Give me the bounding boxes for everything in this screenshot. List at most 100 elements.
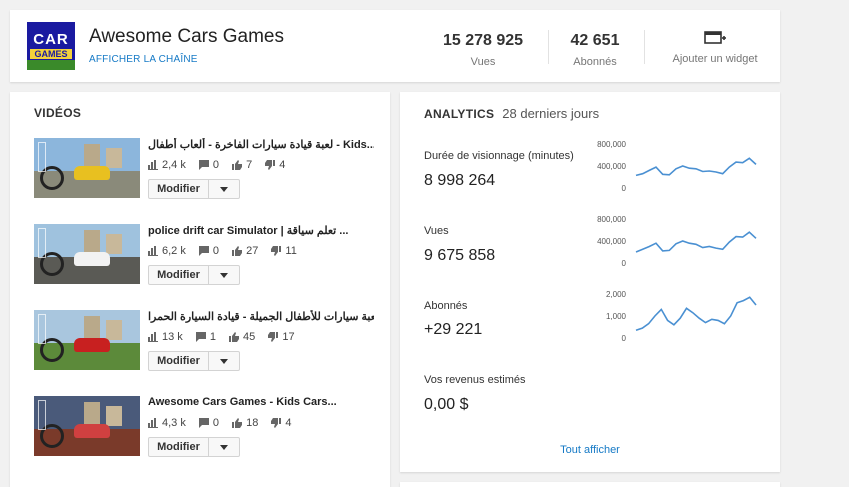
video-likes: 7 [246,159,253,171]
likes-stat: 45 [229,331,255,343]
comments-stat: 0 [198,245,220,257]
video-dislikes: 4 [285,417,292,429]
thumb-hud [38,400,46,430]
thumbs-up-icon [232,160,243,170]
metric-value-watch-time: 8 998 264 [424,172,496,189]
edit-dropdown-button[interactable] [209,438,239,456]
video-title[interactable]: Awesome Cars Games - Kids Cars... [148,396,374,408]
thumb-car [74,166,110,180]
axis-tick-label: 1,000 [606,312,627,321]
video-dislikes: 11 [285,245,297,257]
views-value: 15 278 925 [442,32,524,49]
views-stat: 13 k [148,331,183,343]
likes-stat: 18 [232,417,258,429]
video-stats: 13 k 1 45 17 [148,331,305,345]
sparkline-series [635,296,757,332]
video-title[interactable]: police drift car Simulator | تعلم سياقة … [148,224,374,237]
likes-stat: 27 [232,245,258,257]
comments-stat: 0 [198,159,220,171]
sparkline-watch-time[interactable]: 800,000 400,000 0 [590,138,760,194]
thumb-hud [38,142,46,172]
subscribers-label: Abonnés [573,56,617,68]
axis-tick-label: 2,000 [606,290,627,299]
thumb-hud [38,228,46,258]
videos-title: VIDÉOS [34,106,82,120]
edit-button[interactable]: Modifier [149,438,209,456]
bar-chart-icon [148,332,158,342]
metric-value-views: 9 675 858 [424,247,496,264]
channel-avatar[interactable]: CAR GAMES [27,22,75,70]
video-thumbnail[interactable] [34,396,140,456]
edit-button[interactable]: Modifier [149,266,209,284]
stat-divider [644,30,645,64]
edit-button[interactable]: Modifier [149,180,209,198]
thumbs-down-icon [265,160,276,170]
metric-label-subscribers: Abonnés [424,300,468,312]
video-comments: 0 [212,245,220,257]
edit-video-button: Modifier [148,179,240,199]
video-title[interactable]: لعبة سيارات للأطفال الجميلة - قيادة السي… [148,310,374,323]
edit-video-button: Modifier [148,437,240,457]
bar-chart-icon [148,160,158,170]
axis-tick-label: 800,000 [597,215,626,224]
video-comments: 0 [212,159,220,171]
thumb-building [106,234,122,254]
sparkline-series [635,231,757,253]
video-views: 13 k [162,331,183,343]
analytics-title: ANALYTICS 28 derniers jours [424,106,599,121]
thumb-car [74,424,110,438]
thumb-building [106,406,122,426]
see-all-link[interactable]: Tout afficher [400,444,780,456]
views-stat: 2,4 k [148,159,186,171]
dislikes-stat: 11 [271,245,297,257]
video-row: Awesome Cars Games - Kids Cars... 4,3 k … [34,396,374,458]
chevron-down-icon [220,186,228,192]
dislikes-stat: 4 [265,159,285,171]
metric-label-views: Vues [424,225,449,237]
metric-label-revenue: Vos revenus estimés [424,374,526,386]
analytics-card: ANALYTICS 28 derniers jours Durée de visi… [400,92,780,472]
axis-tick-label: 400,000 [597,237,626,246]
view-channel-link[interactable]: AFFICHER LA CHAÎNE [89,54,198,65]
comment-icon [195,332,206,342]
edit-dropdown-button[interactable] [209,180,239,198]
axis-tick-label: 800,000 [597,140,626,149]
thumbs-down-icon [271,246,282,256]
sparkline-subscribers[interactable]: 2,000 1,000 0 [590,288,760,344]
bar-chart-icon [148,246,158,256]
metric-value-revenue: 0,00 $ [424,396,469,413]
avatar-text-bottom: GAMES [30,49,72,59]
sparkline-views[interactable]: 800,000 400,000 0 [590,213,760,269]
thumbs-up-icon [229,332,240,342]
video-row: لعبة سيارات للأطفال الجميلة - قيادة السي… [34,310,374,372]
dislikes-stat: 4 [271,417,292,429]
avatar-road [27,60,75,70]
video-views: 4,3 k [162,417,186,429]
video-likes: 27 [246,245,259,257]
edit-dropdown-button[interactable] [209,352,239,370]
axis-tick-label: 0 [622,334,627,343]
video-row: لعبة قيادة سيارات الفاخرة - ألعاب أطفال … [34,138,374,200]
views-stat: 6,2 k [148,245,186,257]
avatar-text-top: CAR [33,31,69,48]
channel-name: Awesome Cars Games [89,26,284,47]
metric-value-subscribers: +29 221 [424,321,483,338]
video-thumbnail[interactable] [34,310,140,370]
video-likes: 18 [246,417,259,429]
video-thumbnail[interactable] [34,224,140,284]
axis-tick-label: 0 [622,184,627,193]
comment-icon [198,418,209,428]
edit-dropdown-button[interactable] [209,266,239,284]
thumb-car [74,338,110,352]
add-widget-button[interactable]: Ajouter un widget [670,30,760,65]
comments-stat: 1 [195,331,216,343]
comment-icon [198,160,209,170]
thumb-building [106,148,122,168]
edit-button[interactable]: Modifier [149,352,209,370]
dislikes-stat: 17 [268,331,295,343]
video-title[interactable]: لعبة قيادة سيارات الفاخرة - ألعاب أطفال … [148,138,374,151]
analytics-period: 28 derniers jours [502,106,600,121]
thumb-car [74,252,110,266]
video-stats: 4,3 k 0 18 4 [148,417,302,431]
video-thumbnail[interactable] [34,138,140,198]
